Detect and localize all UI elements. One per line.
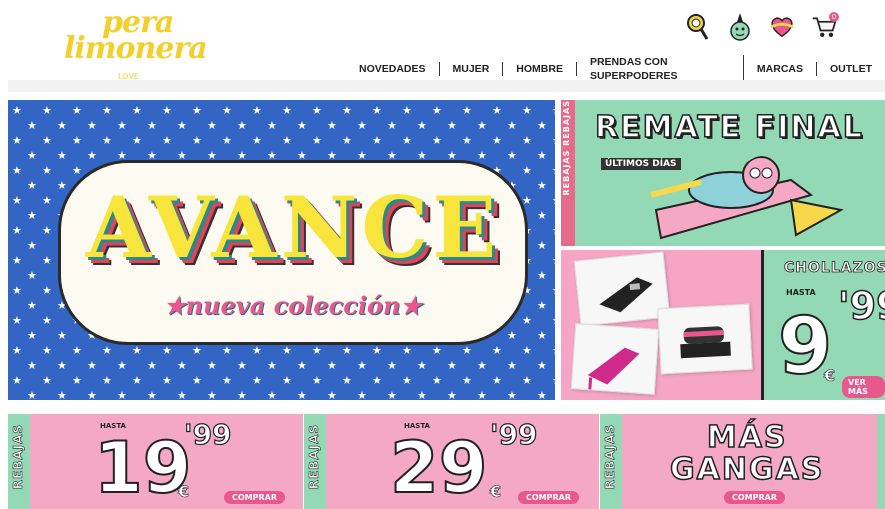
rebajas-side-text: REBAJAS [307, 424, 322, 490]
shoe-image [680, 326, 731, 359]
chollazos-title: CHOLLAZOS [784, 260, 885, 277]
cart-icon[interactable]: 0 [811, 12, 839, 42]
product-card-platform [657, 303, 753, 375]
price-decimals: '99 [489, 417, 538, 451]
price-euro: € [178, 482, 190, 502]
main-nav: NOVEDADES MUJER HOMBRE PRENDAS CON SUPER… [346, 55, 885, 83]
price-euro: € [490, 482, 502, 502]
comprar-button[interactable]: COMPRAR [724, 491, 786, 504]
chollazos-decimals: '99 [837, 283, 885, 329]
product-card-slingback [573, 251, 671, 327]
shoe-image [587, 347, 640, 390]
nav-prendas-superpoderes[interactable]: PRENDAS CON SUPERPODERES [577, 55, 744, 83]
mas-gangas-title: MÁS GANGAS [669, 420, 825, 487]
flying-character-illustration [650, 151, 844, 240]
price-value: 19 [93, 427, 192, 509]
header-icons: 0 [685, 12, 839, 42]
avance-title: AVANCE [85, 178, 501, 277]
rebajas-side-text: REBAJAS [11, 424, 26, 490]
rebajas-side-strip: REBAJAS [8, 414, 30, 509]
avance-banner[interactable]: ★ ★ AVANCE ★nueva colección★ [8, 100, 555, 400]
nav-hombre[interactable]: HOMBRE [503, 62, 577, 76]
comprar-button[interactable]: COMPRAR [224, 491, 286, 504]
site-header: pera limonera LOVE 0 NOVEDADES MUJER HOM… [0, 0, 885, 83]
rebajas-side-strip: REBAJAS [304, 414, 326, 509]
user-icon[interactable] [727, 12, 753, 42]
cart-count-badge: 0 [829, 12, 839, 22]
wishlist-heart-icon[interactable] [769, 12, 795, 42]
ver-mas-button[interactable]: VER MÁS [842, 376, 885, 398]
nav-mujer[interactable]: MUJER [440, 62, 504, 76]
mas-gangas-line2: GANGAS [669, 452, 825, 487]
nav-novedades[interactable]: NOVEDADES [346, 62, 440, 76]
avance-label: AVANCE ★nueva colección★ [58, 160, 528, 345]
nav-outlet[interactable]: OUTLET [817, 62, 885, 76]
header-subbar [8, 80, 885, 92]
search-icon[interactable] [685, 12, 711, 42]
rebajas-29-banner[interactable]: REBAJAS HASTA 29 '99 € COMPRAR [304, 414, 599, 509]
price-value: 29 [389, 427, 488, 509]
mas-gangas-line1: MÁS [706, 420, 788, 455]
product-card-pink-sandal [570, 323, 660, 395]
price-decimals: '99 [183, 417, 232, 451]
chollazos-euro: € [824, 366, 836, 386]
next-banner-edge [877, 414, 885, 509]
rebajas-19-banner[interactable]: REBAJAS HASTA 19 '99 € COMPRAR [8, 414, 303, 509]
rebajas-side-strip: REBAJAS [600, 414, 622, 509]
nav-marcas[interactable]: MARCAS [744, 62, 817, 76]
logo-line-2: limonera [64, 31, 208, 66]
rebajas-side-text: REBAJAS [603, 424, 618, 490]
remate-final-banner[interactable]: REBAJAS REBAJAS REMATE FINAL ÚLTIMOS DÍA… [561, 100, 885, 246]
logo-wordmark: pera limonera [60, 8, 208, 66]
comprar-button[interactable]: COMPRAR [518, 491, 580, 504]
chollazos-price-panel: CHOLLAZOS HASTA 9 '99 € VER MÁS [761, 250, 885, 400]
chollazos-banner[interactable]: CHOLLAZOS HASTA 9 '99 € VER MÁS [561, 250, 885, 400]
chollazos-hasta: HASTA [786, 288, 816, 297]
mas-gangas-banner[interactable]: REBAJAS MÁS GANGAS COMPRAR [600, 414, 885, 509]
avance-subtitle: ★nueva colección★ [164, 291, 422, 320]
